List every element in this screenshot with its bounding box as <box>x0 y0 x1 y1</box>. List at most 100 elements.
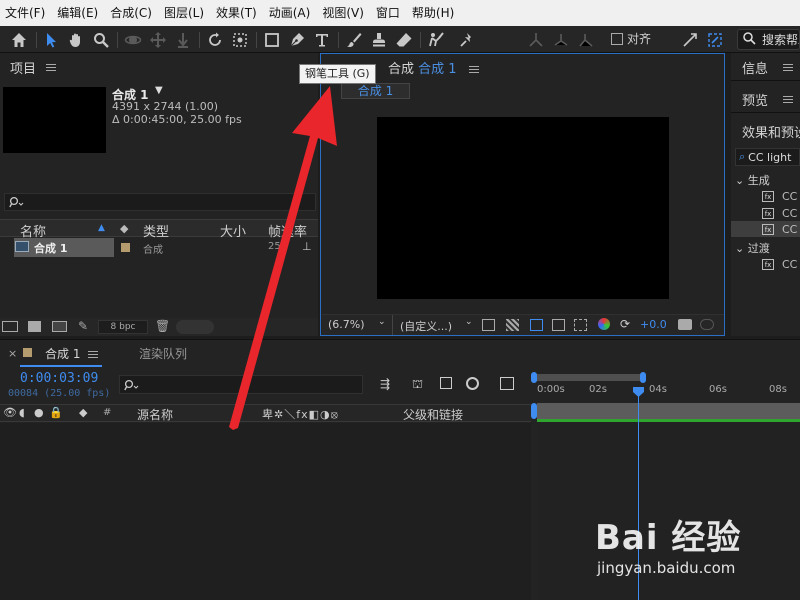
new-folder-icon[interactable] <box>28 321 41 332</box>
effect-item[interactable]: fx CC <box>762 258 797 271</box>
timeline-tab-render-queue[interactable]: 渲染队列 <box>139 345 187 362</box>
info-menu-icon[interactable] <box>783 62 793 73</box>
close-icon[interactable]: × <box>8 347 17 360</box>
adjust-icon[interactable]: ✎ <box>78 319 88 333</box>
orbit-icon[interactable] <box>122 29 144 50</box>
timeline-tab-comp[interactable]: 合成 1 <box>45 345 80 362</box>
composition-flowchart-icon[interactable]: ⇶ <box>380 377 390 391</box>
visibility-eye-icon[interactable]: 👁 <box>3 406 17 419</box>
menu-edit[interactable]: 编辑(E) <box>52 0 105 26</box>
selection-icon[interactable] <box>40 29 62 50</box>
menu-animation[interactable]: 动画(A) <box>264 0 318 26</box>
show-snapshot-icon[interactable] <box>700 319 714 330</box>
audio-icon[interactable]: ◖ <box>19 406 25 419</box>
bpc-button[interactable]: 8 bpc <box>98 320 148 334</box>
menu-view[interactable]: 视图(V) <box>317 0 371 26</box>
reset-exposure-icon[interactable]: ⟳ <box>620 317 630 331</box>
info-panel-tab[interactable]: 信息 <box>742 58 768 77</box>
rotate-icon[interactable] <box>204 29 226 50</box>
effects-group-transition[interactable]: ⌄ 过渡 <box>735 240 770 256</box>
effect-item[interactable]: fx CC <box>762 207 797 220</box>
work-area-start-handle[interactable] <box>531 372 537 383</box>
snapshot-icon[interactable] <box>678 319 692 330</box>
mask-visibility-icon[interactable] <box>530 319 543 331</box>
preview-menu-icon[interactable] <box>783 94 793 105</box>
brush-icon[interactable] <box>343 29 365 50</box>
clone-stamp-icon[interactable] <box>368 29 390 50</box>
camera-icon[interactable] <box>229 29 251 50</box>
label-tag-icon[interactable]: ◆ <box>79 406 87 419</box>
world-axis-icon[interactable] <box>550 29 572 50</box>
draft-3d-icon[interactable]: ⛫ <box>412 377 423 393</box>
menu-composition[interactable]: 合成(C) <box>105 0 159 26</box>
dolly-icon[interactable] <box>172 29 194 50</box>
new-composition-icon[interactable] <box>52 321 67 332</box>
type-icon[interactable] <box>311 29 333 50</box>
lock-icon[interactable]: 🔒 <box>49 406 63 419</box>
local-axis-icon[interactable] <box>525 29 547 50</box>
menu-layer[interactable]: 图层(L) <box>159 0 211 26</box>
menu-file[interactable]: 文件(F) <box>0 0 52 26</box>
grid-guides-icon[interactable] <box>574 319 587 331</box>
zoom-icon[interactable] <box>90 29 112 50</box>
menu-help[interactable]: 帮助(H) <box>407 0 461 26</box>
chevron-down-icon[interactable]: ⌄ <box>465 317 473 327</box>
column-parent-link[interactable]: 父级和链接 <box>403 406 463 423</box>
hand-icon[interactable] <box>65 29 87 50</box>
roto-brush-icon[interactable] <box>425 29 447 50</box>
rectangle-icon[interactable] <box>261 29 283 50</box>
preview-panel-tab[interactable]: 预览 <box>742 90 768 109</box>
solo-icon[interactable]: ● <box>34 406 44 419</box>
frame-blending-icon[interactable] <box>440 377 452 389</box>
resolution-select[interactable]: (自定义...) <box>400 318 452 334</box>
label-tag-icon[interactable]: ◆ <box>120 222 128 235</box>
timeline-search-input[interactable] <box>119 375 363 394</box>
exposure-value[interactable]: +0.0 <box>640 318 667 331</box>
project-panel-title[interactable]: 项目 <box>10 58 36 77</box>
snapping-icon[interactable] <box>704 29 726 50</box>
region-of-interest-icon[interactable] <box>552 319 565 331</box>
chevron-down-icon[interactable]: ⌄ <box>378 317 386 327</box>
layer-switches-icon[interactable]: 卑✲＼fx◧◑⦻ <box>262 406 339 422</box>
composition-menu-icon[interactable] <box>468 64 479 75</box>
label-color-swatch[interactable] <box>121 243 130 252</box>
timeline-menu-icon[interactable] <box>88 349 98 360</box>
composition-breadcrumb[interactable]: 合成 1 <box>341 83 410 99</box>
search-help-input[interactable]: 搜索帮助 <box>737 29 800 50</box>
project-search-input[interactable] <box>4 193 316 211</box>
effect-item[interactable]: fx CC <box>762 190 797 203</box>
project-item-row[interactable]: 合成 1 合成 25 ⊥ <box>0 238 318 257</box>
comp-start-marker[interactable] <box>531 403 537 419</box>
composition-tab[interactable]: 合成 合成 1 <box>388 58 479 77</box>
pen-icon[interactable] <box>286 29 308 50</box>
work-area-end-handle[interactable] <box>640 372 646 383</box>
pan-icon[interactable] <box>147 29 169 50</box>
project-menu-icon[interactable] <box>46 62 56 73</box>
effects-panel-tab[interactable]: 效果和预设 <box>742 122 800 141</box>
menu-effect[interactable]: 效果(T) <box>211 0 264 26</box>
effect-item-selected[interactable]: fx CC <box>762 223 797 236</box>
graph-editor-icon[interactable] <box>500 377 514 390</box>
layer-list[interactable] <box>0 423 531 600</box>
effects-search-input[interactable]: ⌕ CC light <box>735 148 800 166</box>
composition-viewer[interactable] <box>377 117 669 299</box>
sort-ascending-icon[interactable]: ▲ <box>98 223 105 233</box>
column-source-name[interactable]: 源名称 <box>137 406 173 423</box>
transparency-grid-icon[interactable] <box>506 319 519 331</box>
align-checkbox[interactable] <box>611 33 623 45</box>
interpret-footage-icon[interactable] <box>2 321 18 332</box>
fast-preview-icon[interactable] <box>482 319 495 331</box>
effects-group-generate[interactable]: ⌄ 生成 <box>735 172 770 188</box>
expand-icon[interactable] <box>679 29 701 50</box>
trash-icon[interactable]: 🗑 <box>155 319 170 333</box>
work-area-bar[interactable] <box>533 374 643 381</box>
chevron-down-icon[interactable]: ▼ <box>155 85 163 96</box>
motion-blur-icon[interactable] <box>466 377 479 390</box>
magnification-select[interactable]: (6.7%) <box>328 318 365 331</box>
channel-icon[interactable] <box>598 318 610 330</box>
thumbnail-scroll[interactable] <box>176 320 214 334</box>
home-icon[interactable] <box>8 29 30 50</box>
current-time-display[interactable]: 0:00:03:09 <box>20 371 98 386</box>
eraser-icon[interactable] <box>393 29 415 50</box>
flowchart-icon[interactable]: ⊥ <box>302 240 312 253</box>
